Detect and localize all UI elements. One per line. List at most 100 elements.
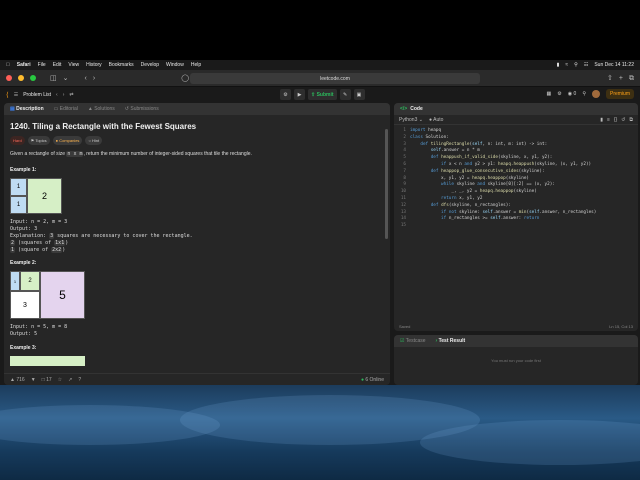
tab-submissions[interactable]: ↺ Submissions — [125, 106, 159, 112]
debug-button[interactable]: ⚙ — [280, 89, 291, 100]
menu-file[interactable]: File — [38, 62, 46, 68]
share-button[interactable]: ↗ — [68, 377, 72, 383]
battery-icon[interactable]: ▮ — [557, 62, 560, 68]
zoom-window-button[interactable] — [30, 75, 36, 81]
line-number: 6 — [403, 161, 406, 167]
control-center-icon[interactable]: ☷ — [584, 62, 588, 68]
wifi-icon[interactable]: ≈ — [565, 62, 568, 68]
run-button[interactable]: ▶ — [294, 89, 305, 100]
tab-test-result[interactable]: › Test Result — [436, 338, 466, 344]
fullscreen-icon[interactable]: ⧉ — [629, 117, 633, 123]
ex1-line2-code: 1x1 — [54, 240, 66, 246]
code-line[interactable]: 5 def heappush_if_valid_side(skyline, x,… — [394, 155, 638, 162]
code-line[interactable]: 10 _, _, y2 = heapq.heappop(skyline) — [394, 189, 638, 196]
companies-tag[interactable]: ● Companies — [52, 136, 83, 145]
settings-icon[interactable]: ⚙ — [557, 91, 561, 97]
address-bar[interactable]: leetcode.com — [190, 73, 480, 84]
tab-description[interactable]: ▤ Description — [10, 106, 44, 112]
share-icon[interactable]: ⇧ — [607, 75, 613, 82]
next-problem-icon[interactable]: › — [63, 92, 65, 98]
format-icon[interactable]: ≡ — [607, 117, 610, 123]
leetcode-logo-icon[interactable]: ⟨ — [6, 91, 9, 99]
streak-counter[interactable]: ◉ 0 — [568, 91, 577, 97]
tab-editorial-label: Editorial — [59, 106, 78, 112]
code-line[interactable]: 6 if x < n and y2 > y1: heapq.heappush(s… — [394, 162, 638, 169]
sidebar-toggle-icon[interactable]: ◫ — [50, 75, 57, 82]
tab-overview-icon[interactable]: ⧉ — [629, 75, 634, 82]
comment-count: 17 — [46, 376, 52, 383]
share-arrow-icon: ↗ — [68, 376, 73, 383]
code-line[interactable]: 14 if n_rectangles >= self.answer: retur… — [394, 216, 638, 223]
checkbox-icon: ☑ — [400, 338, 405, 344]
minimize-window-button[interactable] — [18, 75, 24, 81]
menubar-clock[interactable]: Sun Dec 14 11:22 — [594, 62, 634, 68]
scrollbar[interactable] — [385, 129, 388, 239]
hint-tag[interactable]: ○ Hint — [85, 136, 103, 145]
favorite-button[interactable]: ☆ — [58, 377, 62, 383]
example-3-title: Example 3: — [10, 345, 37, 351]
menu-bookmarks[interactable]: Bookmarks — [109, 62, 134, 68]
code-line[interactable]: 2 class Solution: — [394, 135, 638, 142]
back-icon[interactable]: ‹ — [85, 75, 87, 82]
submit-label: Submit — [316, 91, 334, 98]
submit-button[interactable]: ⇧ Submit — [308, 89, 337, 100]
search-icon[interactable]: ⚲ — [574, 62, 578, 68]
line-number: 7 — [403, 168, 406, 174]
help-button[interactable]: ? — [78, 377, 81, 383]
layout-icon[interactable]: ▦ — [547, 91, 552, 97]
ex1-square-a: 1 — [10, 178, 27, 196]
code-icon: </> — [400, 106, 408, 112]
menu-app-name[interactable]: Safari — [17, 62, 31, 68]
chevron-down-icon[interactable]: ⌄ — [63, 75, 69, 82]
leetcode-navbar: ⟨ ☰ Problem List ‹ › ⇄ ⚙ ▶ ⇧ Submit ✎ ▣ … — [0, 87, 640, 103]
privacy-shield-icon[interactable]: ◯ — [181, 75, 189, 82]
code-panel: </> Code Python3 ⌄ ● Auto ▮ ≡ {} ↺ ⧉ 1 im… — [394, 103, 638, 331]
question-icon: ? — [78, 376, 82, 383]
whiteboard-button[interactable]: ▣ — [353, 89, 365, 100]
problem-list-link[interactable]: Problem List — [23, 92, 51, 98]
editor-status-bar: Saved Ln 15, Col 13 — [394, 322, 638, 331]
list-icon[interactable]: ☰ — [14, 92, 18, 98]
code-line[interactable]: 7 def heappop_glue_consecutive_sides(sky… — [394, 169, 638, 176]
forward-icon[interactable]: › — [93, 75, 95, 82]
result-panel: ☑ Testcase › Test Result You must run yo… — [394, 335, 638, 385]
code-text: def dfs(skyline, n_rectangles): — [430, 202, 511, 208]
menu-help[interactable]: Help — [191, 62, 201, 68]
apple-icon[interactable]:  — [6, 62, 10, 68]
tab-editorial[interactable]: ▭ Editorial — [54, 106, 78, 112]
code-line[interactable]: 1 import heapq — [394, 128, 638, 135]
menu-window[interactable]: Window — [166, 62, 184, 68]
like-button[interactable]: ▲ 716 — [10, 377, 25, 383]
dislike-button[interactable]: ▼ — [31, 377, 36, 383]
code-editor[interactable]: 1 import heapq 2 class Solution: 3 def tilin… — [394, 125, 638, 230]
new-tab-icon[interactable]: + — [619, 75, 623, 82]
prev-problem-icon[interactable]: ‹ — [56, 92, 58, 98]
menu-view[interactable]: View — [68, 62, 79, 68]
autocomplete-toggle[interactable]: ● Auto — [429, 117, 443, 123]
notes-button[interactable]: ✎ — [339, 89, 351, 100]
bookmark-icon[interactable]: ▮ — [600, 117, 603, 123]
menu-develop[interactable]: Develop — [141, 62, 159, 68]
ex1-line3: 1 (square of 2x2) — [10, 247, 384, 254]
premium-button[interactable]: Premium — [605, 89, 634, 99]
reset-icon[interactable]: ↺ — [621, 117, 625, 123]
tab-solutions[interactable]: ▲ Solutions — [88, 106, 115, 112]
braces-icon[interactable]: {} — [614, 117, 617, 123]
comments-button[interactable]: □ 17 — [42, 377, 52, 383]
close-window-button[interactable] — [6, 75, 12, 81]
menu-history[interactable]: History — [86, 62, 102, 68]
code-line[interactable]: 11 return x, y1, y2 — [394, 196, 638, 203]
example-1-io: Input: n = 2, m = 3 Output: 3 Explanatio… — [10, 219, 384, 254]
tab-testcase[interactable]: ☑ Testcase — [400, 338, 426, 344]
topics-tag[interactable]: ⚑ Topics — [27, 136, 50, 145]
avatar[interactable] — [591, 90, 600, 98]
menu-edit[interactable]: Edit — [53, 62, 62, 68]
online-dot-icon: ● — [360, 376, 364, 383]
problem-title[interactable]: 1240. Tiling a Rectangle with the Fewest… — [10, 122, 384, 131]
notif-count: 0 — [573, 91, 577, 97]
notification-icon[interactable]: ⚲ — [582, 91, 586, 97]
code-line[interactable]: 12 def dfs(skyline, n_rectangles): — [394, 203, 638, 210]
code-line[interactable]: 15 — [394, 223, 638, 230]
language-select[interactable]: Python3 ⌄ — [399, 117, 423, 123]
shuffle-icon[interactable]: ⇄ — [69, 92, 73, 98]
